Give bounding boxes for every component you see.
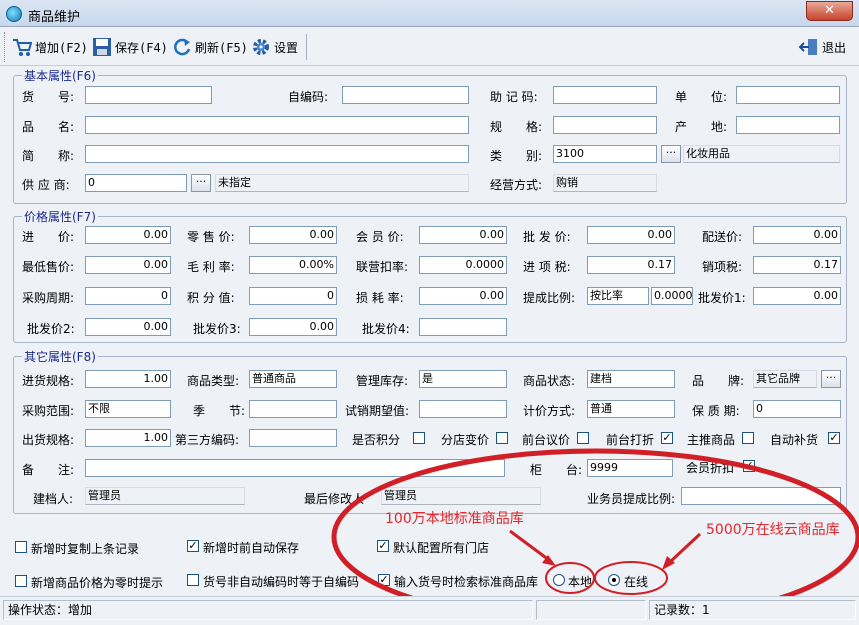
- local-arrow: [509, 529, 550, 562]
- online-highlight: [594, 561, 668, 595]
- status-spacer: [536, 600, 646, 620]
- record-count-status: 记录数：1: [649, 600, 856, 620]
- online-arrow: [668, 532, 702, 564]
- op-state-status: 操作状态：增加: [3, 600, 533, 620]
- local-db-annotation: 100万本地标准商品库: [385, 511, 524, 527]
- local-highlight: [545, 562, 595, 594]
- cloud-db-annotation: 5000万在线云商品库: [706, 522, 840, 538]
